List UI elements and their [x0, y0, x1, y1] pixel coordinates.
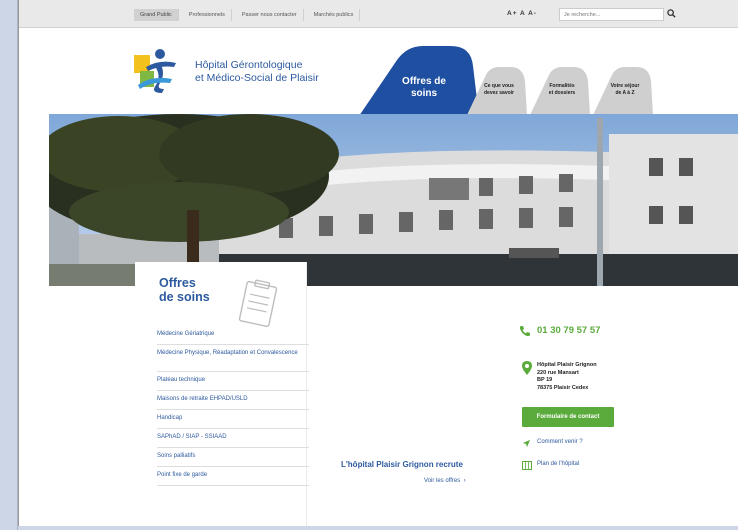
- panel-title: Offres de soins: [159, 276, 210, 304]
- contact-form-button[interactable]: Formulaire de contact: [522, 407, 614, 427]
- top-nav: Grand Public Professionnels Passer nous …: [134, 9, 361, 21]
- panel-title-line2: de soins: [159, 290, 210, 304]
- tab-sejour-label: Votre séjour de A à Z: [601, 83, 649, 97]
- hospital-logo-icon[interactable]: [132, 45, 184, 97]
- tab-formalites-line2: et dossiers: [548, 90, 576, 96]
- list-item[interactable]: Médecine Gériatrique: [157, 326, 309, 345]
- tab-sejour-line1: Votre séjour: [610, 83, 640, 89]
- list-item[interactable]: Plateau technique: [157, 372, 309, 391]
- tab-savoir-line1: Ce que vous: [484, 83, 514, 89]
- left-rail: [0, 0, 18, 530]
- list-item[interactable]: Handicap: [157, 410, 309, 429]
- tab-ce-que-vous-devez-savoir[interactable]: Ce que vous devez savoir: [467, 67, 527, 115]
- address-line: BP 19: [537, 377, 553, 383]
- navigation-arrow-icon: [522, 439, 531, 448]
- address: Hôpital Plaisir Grignon 220 rue Mansart …: [537, 362, 597, 392]
- tab-formalites-et-dossiers[interactable]: Formalités et dossiers: [530, 67, 590, 115]
- top-nav-grand-public[interactable]: Grand Public: [134, 9, 179, 21]
- tab-savoir-line2: devez savoir: [483, 90, 515, 96]
- site-header: Hôpital Gérontologique et Médico-Social …: [19, 29, 738, 116]
- hospital-name-line2: et Médico-Social de Plaisir: [195, 72, 319, 84]
- search-input[interactable]: Je recherche...: [559, 8, 664, 21]
- map-icon: [522, 461, 532, 470]
- tab-savoir-label: Ce que vous devez savoir: [475, 83, 523, 97]
- hospital-name[interactable]: Hôpital Gérontologique et Médico-Social …: [195, 59, 319, 85]
- address-line: 78375 Plaisir Cedex: [537, 384, 589, 391]
- tab-sejour-line2: de A à Z: [615, 90, 635, 96]
- list-item[interactable]: Médecine Physique, Réadaptation et Conva…: [157, 345, 309, 372]
- offres-list: Médecine Gériatrique Médecine Physique, …: [157, 326, 309, 486]
- tab-offres-label: Offres de soins: [389, 76, 459, 100]
- tab-formalites-line1: Formalités: [549, 83, 575, 89]
- see-offers-label: Voir les offres: [424, 478, 461, 484]
- hospital-map-link[interactable]: Plan de l'hôpital: [519, 461, 580, 470]
- hospital-name-line1: Hôpital Gérontologique: [195, 59, 303, 71]
- browser-page: Grand Public Professionnels Passer nous …: [18, 0, 738, 526]
- list-item[interactable]: Point fixe de garde: [157, 467, 309, 486]
- tab-votre-sejour[interactable]: Votre séjour de A à Z: [593, 67, 653, 115]
- top-nav-professionnels[interactable]: Professionnels: [183, 9, 232, 21]
- tab-offres-de-soins[interactable]: Offres de soins: [359, 46, 479, 116]
- tab-formalites-label: Formalités et dossiers: [538, 83, 586, 97]
- recruitment-title[interactable]: L'hôpital Plaisir Grignon recrute: [341, 460, 463, 469]
- font-size-controls[interactable]: A+ A A-: [507, 10, 537, 17]
- top-nav-contact[interactable]: Passer nous contacter: [236, 9, 304, 21]
- phone-number[interactable]: 01 30 79 57 57: [519, 325, 600, 336]
- search-icon[interactable]: [667, 9, 676, 18]
- clipboard-icon: [238, 279, 278, 328]
- hospital-building-photo: [49, 114, 738, 286]
- utility-bar: Grand Public Professionnels Passer nous …: [19, 0, 738, 28]
- see-offers-link[interactable]: Voir les offres ›: [424, 478, 466, 484]
- directions-label: Comment venir ?: [537, 439, 583, 445]
- top-nav-marches[interactable]: Marchés publics: [308, 9, 361, 21]
- tab-offres-label-line2: soins: [410, 88, 438, 99]
- hospital-map-label: Plan de l'hôpital: [537, 461, 580, 467]
- directions-link[interactable]: Comment venir ?: [519, 439, 583, 448]
- list-item[interactable]: Maisons de retraite EHPAD/USLD: [157, 391, 309, 410]
- panel-title-line1: Offres: [159, 276, 196, 290]
- offres-panel: Offres de soins Médecine Gériatrique Méd…: [135, 262, 309, 526]
- address-line: Hôpital Plaisir Grignon: [537, 362, 597, 368]
- chevron-right-icon: ›: [461, 478, 466, 484]
- address-line: 220 rue Mansart: [537, 369, 579, 376]
- location-pin-icon: [522, 361, 532, 375]
- tab-offres-label-line1: Offres de: [402, 76, 446, 87]
- list-item[interactable]: Soins palliatifs: [157, 448, 309, 467]
- list-item[interactable]: SAPhAD / SIAP - SSIAAD: [157, 429, 309, 448]
